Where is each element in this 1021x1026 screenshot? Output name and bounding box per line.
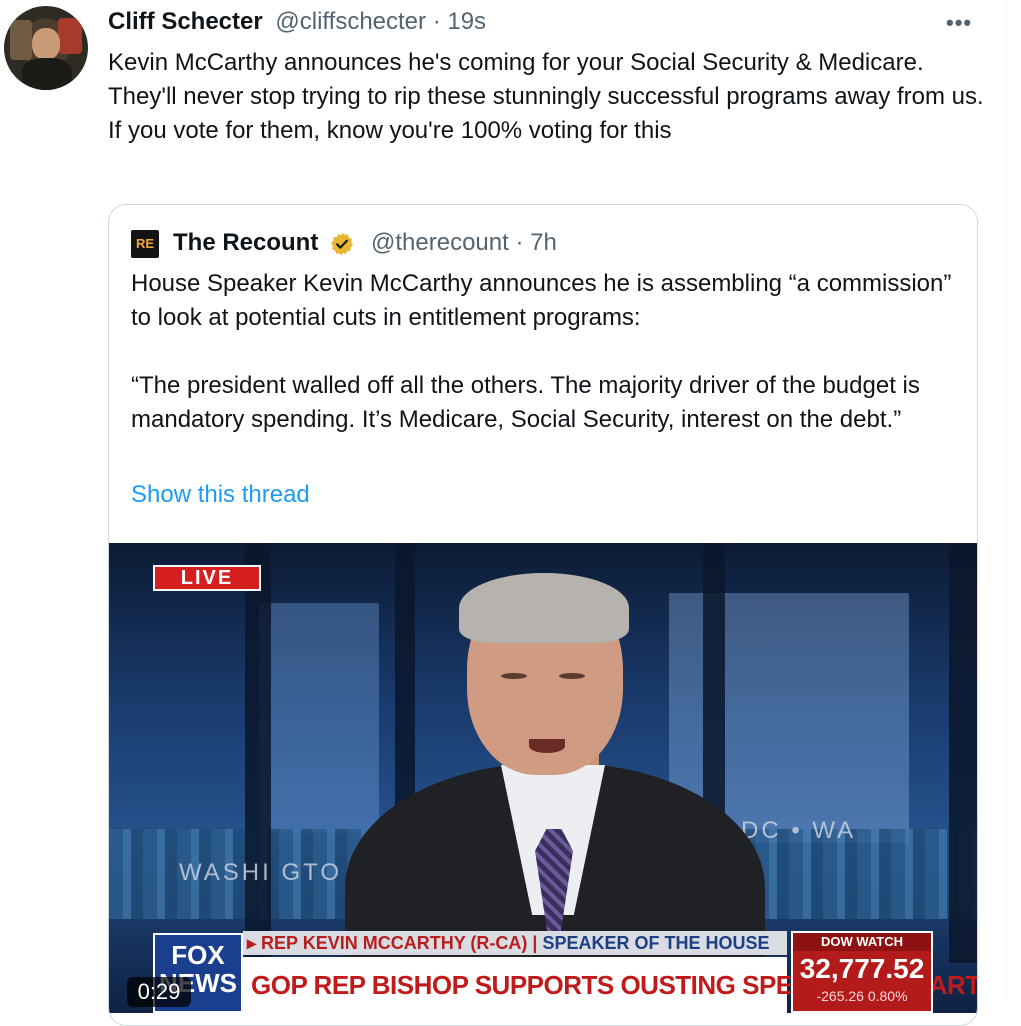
quote-paragraph: “The president walled off all the others…	[131, 372, 920, 433]
tweet-header: Cliff Schecter @cliffschecter · 19s	[108, 8, 486, 36]
time-separator: ·	[426, 8, 448, 35]
live-badge: LIVE	[153, 565, 261, 591]
quote-paragraph: House Speaker Kevin McCarthy announces h…	[131, 270, 952, 331]
quote-author-name[interactable]: The Recount	[173, 229, 318, 257]
chyron-name: ▸ REP KEVIN MCCARTHY (R-CA)	[247, 933, 528, 953]
backdrop-text-right: DC • WA	[741, 817, 857, 844]
backdrop-text-left: WASHI GTO	[179, 859, 343, 886]
quote-time-separator: ·	[508, 229, 531, 256]
dow-title: DOW WATCH	[793, 933, 931, 951]
video-timestamp: 0:29	[127, 977, 191, 1007]
verified-badge-icon	[331, 232, 353, 256]
dow-ticker: DOW WATCH 32,777.52 -265.26 0.80%	[791, 931, 933, 1013]
video-player[interactable]: WASHI GTO DC • WA LIVE ▸ REP KEVIN MCCAR…	[109, 543, 977, 1013]
dow-value: 32,777.52	[799, 953, 925, 984]
author-name[interactable]: Cliff Schecter	[108, 8, 263, 35]
more-options-icon[interactable]: •••	[946, 10, 972, 36]
author-avatar[interactable]	[4, 6, 88, 90]
quoted-tweet-card[interactable]: RE The Recount @therecount · 7h House Sp…	[108, 204, 978, 1026]
chyron-name-bar: ▸ REP KEVIN MCCARTHY (R-CA) | SPEAKER OF…	[243, 931, 787, 955]
tweet-text: Kevin McCarthy announces he's coming for…	[108, 49, 984, 144]
timeline-border	[1006, 0, 1007, 1000]
dow-change: -265.26 0.80%	[816, 988, 908, 1004]
quote-text: House Speaker Kevin McCarthy announces h…	[131, 267, 961, 437]
chyron-title: SPEAKER OF THE HOUSE	[542, 933, 770, 953]
recount-logo[interactable]: RE	[131, 230, 159, 258]
tweet-timestamp[interactable]: 19s	[447, 8, 486, 35]
show-thread-link[interactable]: Show this thread	[131, 481, 310, 509]
chyron-separator: |	[527, 933, 543, 953]
chyron-headline: GOP REP BISHOP SUPPORTS OUSTING SPEAKER …	[243, 957, 977, 1013]
network-logo-line1: FOX	[171, 940, 225, 970]
author-handle[interactable]: @cliffschecter	[275, 8, 426, 35]
quote-author-handle[interactable]: @therecount	[371, 229, 509, 256]
quote-timestamp[interactable]: 7h	[530, 229, 557, 256]
quote-author-meta: @therecount · 7h	[371, 229, 557, 257]
